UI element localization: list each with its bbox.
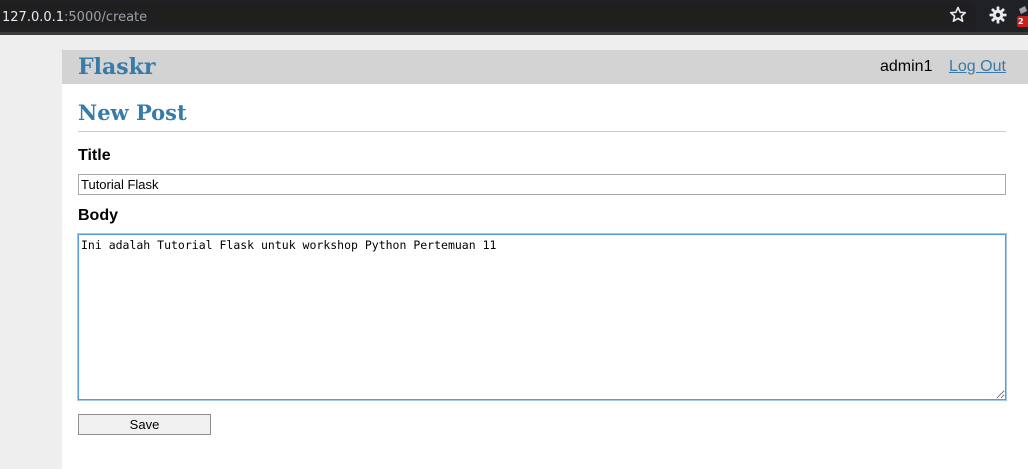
page-content: Flaskr admin1 Log Out New Post Title Bod… xyxy=(62,50,1028,469)
top-nav: Flaskr admin1 Log Out xyxy=(62,50,1028,84)
brand-title[interactable]: Flaskr xyxy=(78,54,155,80)
title-input[interactable] xyxy=(78,174,1006,195)
extension-badge: 2 xyxy=(1017,16,1028,27)
browser-toolbar-divider xyxy=(0,32,1028,35)
save-button[interactable]: Save xyxy=(78,414,211,435)
url-path: :5000/create xyxy=(64,10,148,25)
gear-icon[interactable] xyxy=(988,5,1008,25)
url-host: 127.0.0.1 xyxy=(2,10,65,25)
title-divider xyxy=(78,131,1006,132)
browser-toolbar: 127.0.0.1:5000/create 2 xyxy=(0,0,1028,32)
logout-link[interactable]: Log Out xyxy=(949,58,1006,76)
body-label: Body xyxy=(78,207,118,224)
address-bar-url[interactable]: 127.0.0.1:5000/create xyxy=(2,10,147,26)
title-label: Title xyxy=(78,147,111,164)
body-textarea[interactable]: Ini adalah Tutorial Flask untuk workshop… xyxy=(78,234,1006,400)
bookmark-star-icon[interactable] xyxy=(948,5,968,25)
address-bar[interactable]: 127.0.0.1:5000/create xyxy=(0,3,976,28)
nav-username: admin1 xyxy=(880,58,933,75)
page-title: New Post xyxy=(78,100,187,125)
